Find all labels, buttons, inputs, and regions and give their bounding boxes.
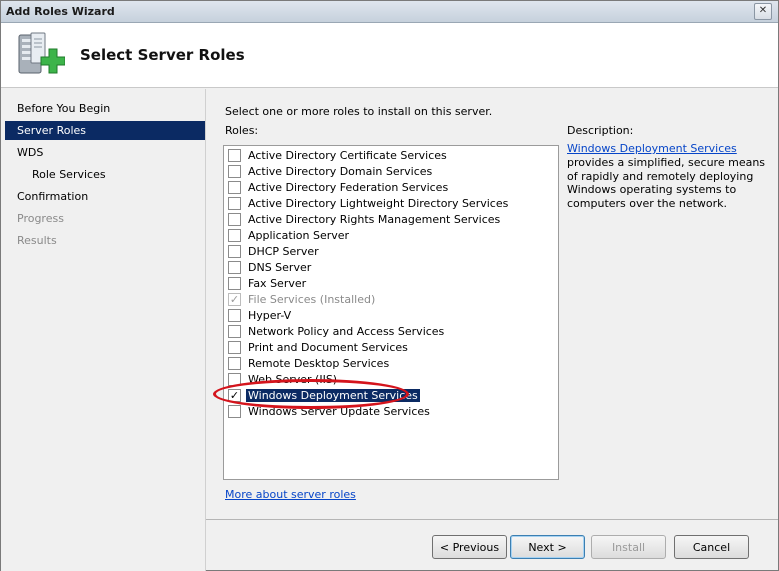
checkbox-unchecked[interactable]	[228, 181, 241, 194]
role-item-file-services: ✓ File Services (Installed)	[228, 292, 548, 308]
sidebar-item-server-roles[interactable]: Server Roles	[5, 121, 205, 140]
role-item-windows-server-update-services[interactable]: Windows Server Update Services	[228, 404, 548, 420]
role-label: Active Directory Lightweight Directory S…	[248, 197, 509, 210]
role-item-windows-deployment-services[interactable]: ✓ Windows Deployment Services	[228, 388, 548, 404]
checkbox-unchecked[interactable]	[228, 197, 241, 210]
role-label: Remote Desktop Services	[248, 357, 390, 370]
role-item-fax-server[interactable]: Fax Server	[228, 276, 548, 292]
sidebar-item-results: Results	[17, 234, 57, 247]
checkbox-unchecked[interactable]	[228, 213, 241, 226]
title-bar: Add Roles Wizard ✕	[1, 1, 778, 23]
roles-label: Roles:	[225, 124, 259, 137]
description-text: provides a simplified, secure means of r…	[567, 156, 766, 210]
next-button[interactable]: Next >	[510, 535, 585, 559]
add-roles-wizard-window: Add Roles Wizard ✕ Select Server Roles B…	[0, 0, 779, 571]
sidebar-item-role-services[interactable]: Role Services	[5, 165, 205, 184]
role-label: Active Directory Certificate Services	[248, 149, 447, 162]
sidebar-item-wds[interactable]: WDS	[5, 143, 205, 162]
role-label: Active Directory Rights Management Servi…	[248, 213, 501, 226]
cancel-button[interactable]: Cancel	[674, 535, 749, 559]
roles-listbox[interactable]: Active Directory Certificate Services Ac…	[223, 145, 559, 480]
role-label: Application Server	[248, 229, 350, 242]
checkmark-icon[interactable]: ✓	[228, 389, 241, 402]
sidebar-divider	[205, 89, 206, 571]
instruction-text: Select one or more roles to install on t…	[225, 105, 493, 118]
sidebar-item-before-you-begin[interactable]: Before You Begin	[5, 99, 205, 118]
previous-button[interactable]: < Previous	[432, 535, 507, 559]
checkbox-unchecked[interactable]	[228, 165, 241, 178]
role-item-ad-domain-services[interactable]: Active Directory Domain Services	[228, 164, 548, 180]
checkbox-unchecked[interactable]	[228, 405, 241, 418]
checkbox-unchecked[interactable]	[228, 325, 241, 338]
description-title: Description:	[567, 124, 634, 137]
sidebar-item-progress: Progress	[17, 212, 64, 225]
checkbox-unchecked[interactable]	[228, 149, 241, 162]
role-item-remote-desktop-services[interactable]: Remote Desktop Services	[228, 356, 548, 372]
footer-divider	[206, 519, 778, 520]
role-item-ad-rights-management-services[interactable]: Active Directory Rights Management Servi…	[228, 212, 548, 228]
role-item-dhcp-server[interactable]: DHCP Server	[228, 244, 548, 260]
checkbox-unchecked[interactable]	[228, 261, 241, 274]
description-link[interactable]: Windows Deployment Services	[567, 142, 737, 155]
role-label: Hyper-V	[248, 309, 292, 322]
role-item-hyper-v[interactable]: Hyper-V	[228, 308, 548, 324]
checkbox-unchecked[interactable]	[228, 229, 241, 242]
role-item-ad-federation-services[interactable]: Active Directory Federation Services	[228, 180, 548, 196]
role-label: DNS Server	[248, 261, 312, 274]
checkbox-unchecked[interactable]	[228, 309, 241, 322]
sidebar-item-confirmation[interactable]: Confirmation	[5, 187, 205, 206]
checkbox-unchecked[interactable]	[228, 277, 241, 290]
server-add-icon	[18, 32, 65, 74]
checkbox-unchecked[interactable]	[228, 341, 241, 354]
wizard-header: Select Server Roles	[1, 23, 778, 88]
role-item-print-document-services[interactable]: Print and Document Services	[228, 340, 548, 356]
role-item-network-policy-access-services[interactable]: Network Policy and Access Services	[228, 324, 548, 340]
role-label: Network Policy and Access Services	[248, 325, 445, 338]
role-label: Fax Server	[248, 277, 307, 290]
role-label: DHCP Server	[248, 245, 319, 258]
checkbox-unchecked[interactable]	[228, 373, 241, 386]
role-label: Active Directory Domain Services	[248, 165, 433, 178]
checkbox-unchecked[interactable]	[228, 357, 241, 370]
role-item-application-server[interactable]: Application Server	[228, 228, 548, 244]
role-label: File Services (Installed)	[248, 293, 376, 306]
wizard-steps-sidebar: Before You Begin Server Roles WDS Role S…	[1, 89, 205, 571]
install-button: Install	[591, 535, 666, 559]
close-button[interactable]: ✕	[754, 3, 772, 20]
role-item-web-server-iis[interactable]: Web Server (IIS)	[228, 372, 548, 388]
role-label: Web Server (IIS)	[248, 373, 338, 386]
role-label: Windows Server Update Services	[248, 405, 430, 418]
role-label: Print and Document Services	[248, 341, 408, 354]
role-item-ad-lightweight-directory-services[interactable]: Active Directory Lightweight Directory S…	[228, 196, 548, 212]
role-item-ad-certificate-services[interactable]: Active Directory Certificate Services	[228, 148, 548, 164]
checkbox-unchecked[interactable]	[228, 245, 241, 258]
role-item-dns-server[interactable]: DNS Server	[228, 260, 548, 276]
page-title: Select Server Roles	[80, 46, 245, 64]
window-title: Add Roles Wizard	[6, 5, 115, 18]
role-label: Active Directory Federation Services	[248, 181, 449, 194]
role-label-selected: Windows Deployment Services	[246, 389, 420, 402]
more-about-server-roles-link[interactable]: More about server roles	[225, 488, 356, 501]
checkmark-icon: ✓	[228, 293, 241, 306]
